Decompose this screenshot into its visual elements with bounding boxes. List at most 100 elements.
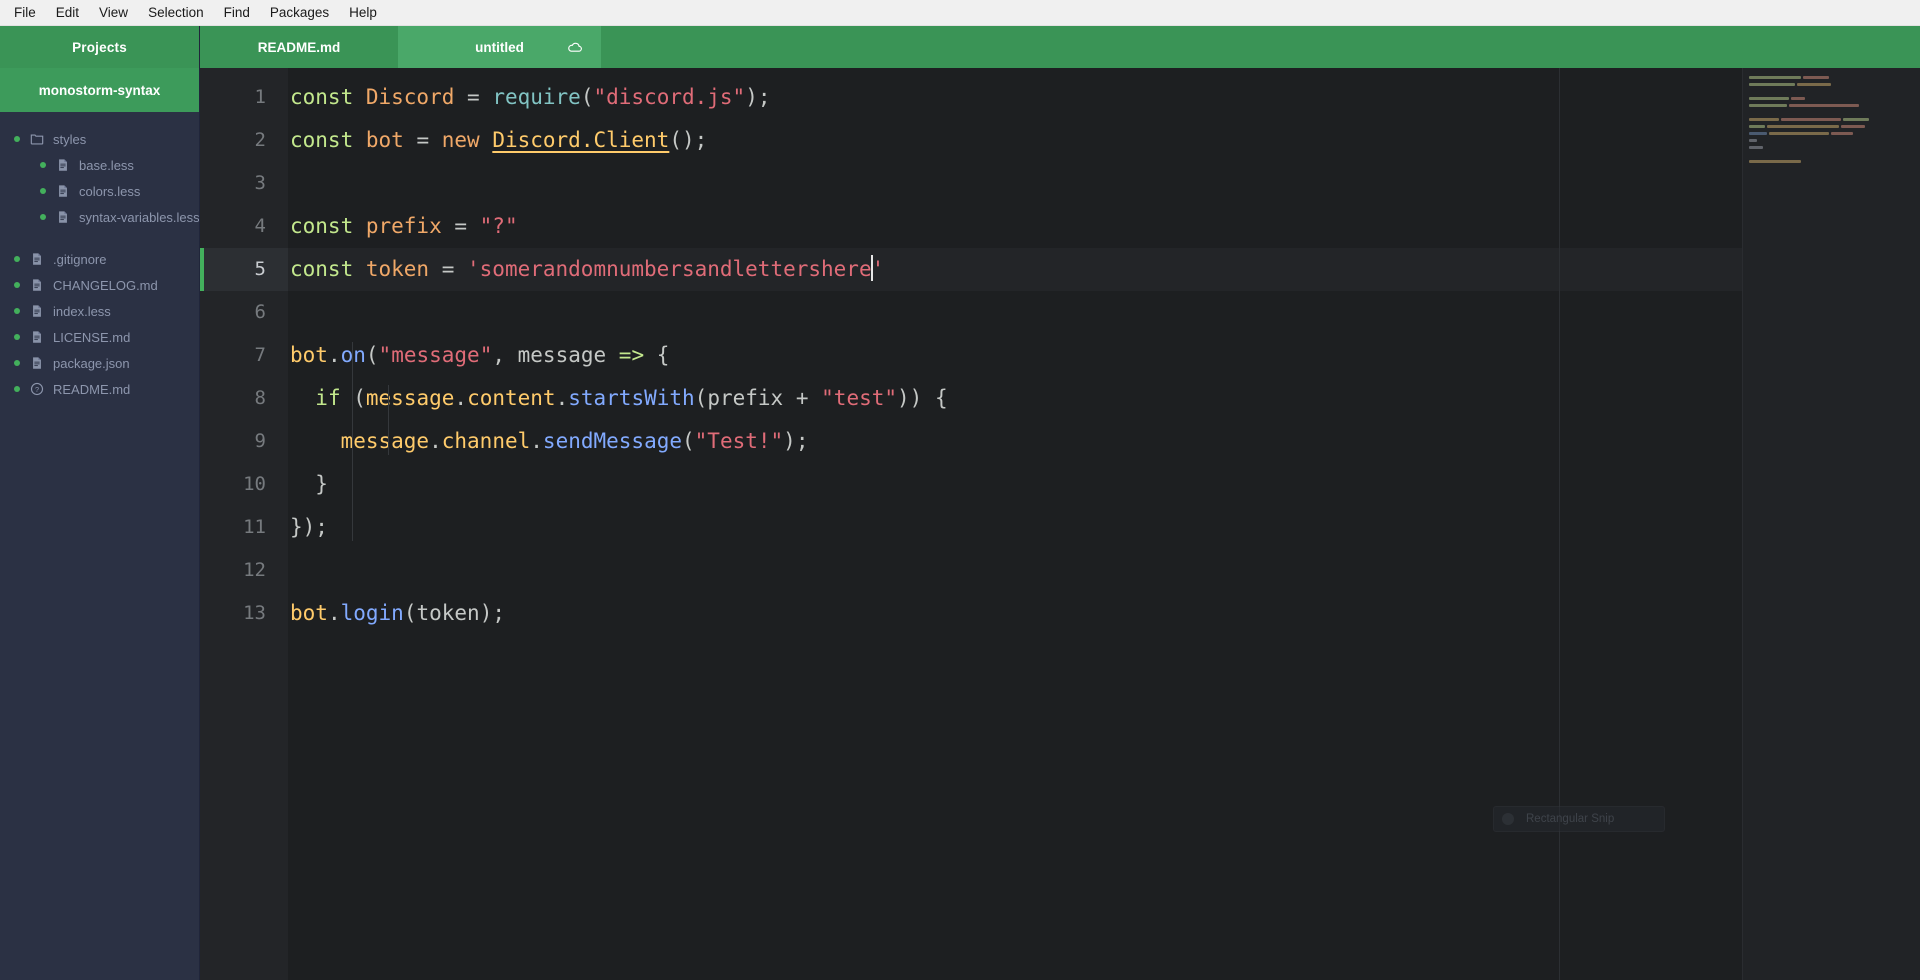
code-line[interactable]: } [288,463,1920,506]
cloud-icon[interactable] [567,41,583,54]
code-line[interactable]: const prefix = "?" [288,205,1920,248]
minimap-segment [1843,118,1869,121]
code-line[interactable]: if (message.content.startsWith(prefix + … [288,377,1920,420]
tab-label: README.md [257,39,341,55]
line-number: 1 [254,86,266,108]
code-token: ( [340,386,366,410]
editor-pane: README.md untitled 1 2 3 4 5 6 7 8 9 10 11 12 13 cons… [200,26,1920,980]
code-line[interactable]: const Discord = require("discord.js"); [288,76,1920,119]
line-number: 13 [243,602,266,624]
code-token: ( [694,386,708,410]
code-token: . [327,601,341,625]
tree-item-base-less[interactable]: base.less [0,152,199,178]
tree-item-readme-md[interactable]: ? README.md [0,376,199,402]
line-number: 3 [254,172,266,194]
column-guide [1559,68,1560,980]
code-token: ); [783,429,809,453]
code-token: . [530,429,543,453]
code-line[interactable]: const token = 'somerandomnumbersandlette… [288,248,1920,291]
tree-item-styles[interactable]: styles [0,126,199,152]
minimap-segment [1767,125,1839,128]
tree-separator [0,230,199,246]
code-line[interactable] [288,291,1920,334]
code-line[interactable]: bot.on("message", message => { [288,334,1920,377]
minimap-line [1749,95,1912,102]
tree-item-license-md[interactable]: LICENSE.md [0,324,199,350]
git-status-dot-icon [14,334,20,340]
tree-item-label: package.json [53,355,130,371]
minimap[interactable] [1742,68,1920,980]
minimap-segment [1749,83,1795,86]
tab-readme-md[interactable]: README.md [200,26,398,68]
code-token: new [441,128,493,152]
file-icon [33,279,41,291]
tree-item-label: base.less [79,157,134,173]
git-status-dot-icon [14,136,20,142]
line-number: 7 [254,344,266,366]
minimap-line [1749,151,1912,158]
project-root-item[interactable]: monostorm-syntax [0,68,199,112]
minimap-segment [1749,97,1789,100]
tab-bar: README.md untitled [200,26,1920,68]
sidebar-tree-view: Projects monostorm-syntax styles base.les… [0,26,200,980]
minimap-segment [1749,139,1757,142]
code-token: bot [290,601,328,625]
menu-item-help[interactable]: Help [339,2,387,24]
minimap-line [1749,74,1912,81]
line-number: 9 [254,430,266,452]
line-number: 6 [254,301,266,323]
code-token: + [795,386,809,410]
tree-item-syntax-variables-less[interactable]: syntax-variables.less [0,204,199,230]
code-content[interactable]: const Discord = require("discord.js"); co… [288,68,1920,980]
code-token: message [340,429,430,453]
code-token: )) { [897,386,948,410]
menu-item-file[interactable]: File [4,2,46,24]
code-token: token [365,257,430,281]
minimap-segment [1803,76,1829,79]
code-token: prefix [707,386,796,410]
tab-label: untitled [475,39,524,55]
minimap-segment [1749,118,1779,121]
code-token: const [290,257,366,281]
code-token: Discord.Client [492,128,670,152]
tree-item-colors-less[interactable]: colors.less [0,178,199,204]
tab-close-cloud-icon[interactable] [567,39,583,55]
minimap-segment [1781,118,1841,121]
code-token: = [403,128,442,152]
code-token: ' [871,257,885,281]
tree-item-changelog-md[interactable]: CHANGELOG.md [0,272,199,298]
code-token: message [517,343,619,367]
code-line[interactable]: bot.login(token); [288,592,1920,635]
folder-icon [30,134,44,145]
line-number: 2 [254,129,266,151]
tree-item-index-less[interactable]: index.less [0,298,199,324]
file-icon [33,305,41,317]
code-line[interactable] [288,162,1920,205]
git-status-dot-icon [14,308,20,314]
tree-item-label: LICENSE.md [53,329,131,345]
code-line[interactable]: const bot = new Discord.Client(); [288,119,1920,162]
code-line[interactable]: }); [288,506,1920,549]
code-token: => [618,343,645,367]
git-status-dot-icon [40,188,46,194]
git-status-dot-icon [40,214,46,220]
code-token: . [429,429,442,453]
code-token: ( [682,429,695,453]
tree-item-gitignore[interactable]: .gitignore [0,246,199,272]
code-line[interactable] [288,549,1920,592]
question-circle-icon: ? [30,382,44,396]
menu-item-selection[interactable]: Selection [138,2,214,24]
tree-item-label: README.md [53,381,131,397]
tab-untitled[interactable]: untitled [398,26,601,68]
menu-item-find[interactable]: Find [214,2,260,24]
code-line[interactable]: message.channel.sendMessage("Test!"); [288,420,1920,463]
code-token: (); [669,128,708,152]
menu-item-edit[interactable]: Edit [46,2,89,24]
tree-item-package-json[interactable]: package.json [0,350,199,376]
menu-item-view[interactable]: View [89,2,138,24]
menu-item-packages[interactable]: Packages [260,2,339,24]
code-token: ( [403,601,417,625]
minimap-segment [1797,83,1831,86]
code-editor[interactable]: 1 2 3 4 5 6 7 8 9 10 11 12 13 const Discord = requir… [200,68,1920,980]
minimap-line [1749,158,1912,165]
